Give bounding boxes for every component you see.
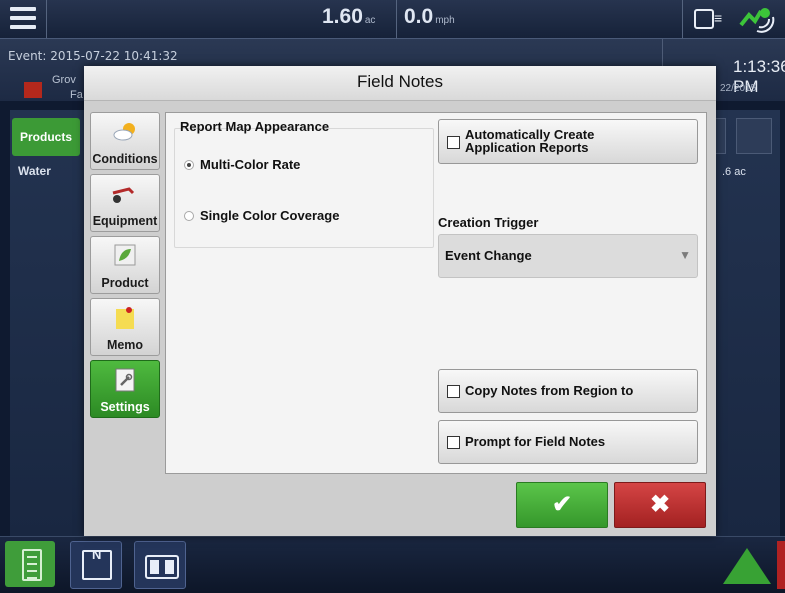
divider	[682, 0, 683, 38]
grower-label: Grov	[52, 74, 76, 86]
split-screen-button[interactable]	[134, 541, 186, 589]
tab-products[interactable]: Products	[12, 118, 80, 156]
product-row-label[interactable]: Water	[18, 164, 51, 178]
alarm-indicator[interactable]	[777, 541, 785, 589]
sticky-note-icon	[116, 307, 134, 329]
sidebar-item-settings[interactable]: Settings	[90, 360, 160, 418]
sidebar-item-label: Memo	[106, 338, 144, 352]
checkbox[interactable]	[447, 436, 460, 449]
divider	[396, 0, 397, 38]
area-unit: ac	[364, 15, 376, 26]
copy-notes-toggle[interactable]: Copy Notes from Region to	[438, 369, 698, 413]
dropdown-arrow-icon: ▼	[679, 248, 691, 262]
radio-indicator[interactable]	[184, 210, 194, 221]
auto-create-line2: Application Reports	[465, 140, 589, 155]
barn-icon	[24, 82, 42, 98]
cloud-sun-icon	[113, 123, 135, 141]
gps-satellite-icon[interactable]	[737, 3, 777, 33]
home-button[interactable]	[5, 541, 55, 587]
wrench-notepad-icon	[115, 368, 135, 392]
north-glyph: N	[92, 547, 102, 562]
clock-date: 22/2015	[720, 83, 757, 94]
split-view-icon	[145, 555, 179, 579]
section-status-icon[interactable]: ≡	[714, 10, 722, 26]
menu-icon[interactable]	[10, 7, 36, 29]
radio-label: Multi-Color Rate	[200, 157, 301, 172]
radio-indicator[interactable]	[184, 159, 194, 170]
area-readout: 1.60 ac	[322, 5, 375, 29]
dialog-title: Field Notes	[84, 66, 716, 101]
divider	[46, 0, 47, 38]
checkbox[interactable]	[447, 136, 460, 149]
tractor-implement-icon	[112, 187, 135, 203]
cancel-button[interactable]: ✖	[614, 482, 706, 528]
checkbox[interactable]	[447, 385, 460, 398]
document-icon	[22, 549, 42, 581]
speed-value: 0.0	[404, 5, 434, 28]
event-label: Event: 2015-07-22 10:41:32	[8, 49, 178, 63]
radio-single-color-coverage[interactable]: Single Color Coverage	[184, 208, 339, 223]
sidebar-item-label: Equipment	[92, 214, 158, 228]
notes-button[interactable]	[736, 118, 772, 154]
sidebar-item-equipment[interactable]: Equipment	[90, 174, 160, 232]
field-notes-dialog: Field Notes Conditions Equipment Product…	[84, 66, 716, 536]
copy-notes-label: Copy Notes from Region to	[465, 383, 634, 398]
creation-trigger-value: Event Change	[445, 248, 532, 263]
product-area-value: .6 ac	[722, 166, 746, 178]
prompt-field-notes-toggle[interactable]: Prompt for Field Notes	[438, 420, 698, 464]
radio-multi-color-rate[interactable]: Multi-Color Rate	[184, 157, 300, 172]
sidebar-item-product[interactable]: Product	[90, 236, 160, 294]
sidebar-item-memo[interactable]: Memo	[90, 298, 160, 356]
ok-button[interactable]: ✔	[516, 482, 608, 528]
auto-create-reports-toggle[interactable]: Automatically Create Application Reports	[438, 119, 698, 164]
sidebar-item-label: Settings	[100, 400, 150, 414]
sidebar-item-label: Conditions	[92, 152, 158, 166]
field-status-icon[interactable]	[694, 9, 714, 29]
sidebar-item-label: Product	[101, 276, 149, 290]
speed-unit: mph	[435, 15, 455, 26]
creation-trigger-label: Creation Trigger	[438, 215, 539, 230]
farm-label: Fa	[70, 89, 83, 101]
creation-trigger-select[interactable]: Event Change ▼	[438, 234, 698, 278]
report-map-title: Report Map Appearance	[180, 119, 330, 134]
prompt-notes-label: Prompt for Field Notes	[465, 434, 606, 449]
sidebar-item-conditions[interactable]: Conditions	[90, 112, 160, 170]
top-status-bar: 1.60 ac 0.0 mph ≡	[0, 0, 785, 39]
map-button[interactable]: N	[70, 541, 122, 589]
report-map-group	[174, 128, 434, 248]
speed-readout: 0.0 mph	[404, 5, 455, 29]
settings-content-panel: Report Map Appearance Multi-Color Rate S…	[165, 112, 707, 474]
radio-label: Single Color Coverage	[200, 208, 340, 223]
area-value: 1.60	[322, 5, 363, 28]
leaf-icon	[114, 244, 136, 266]
field-boundary-icon[interactable]	[723, 548, 771, 584]
